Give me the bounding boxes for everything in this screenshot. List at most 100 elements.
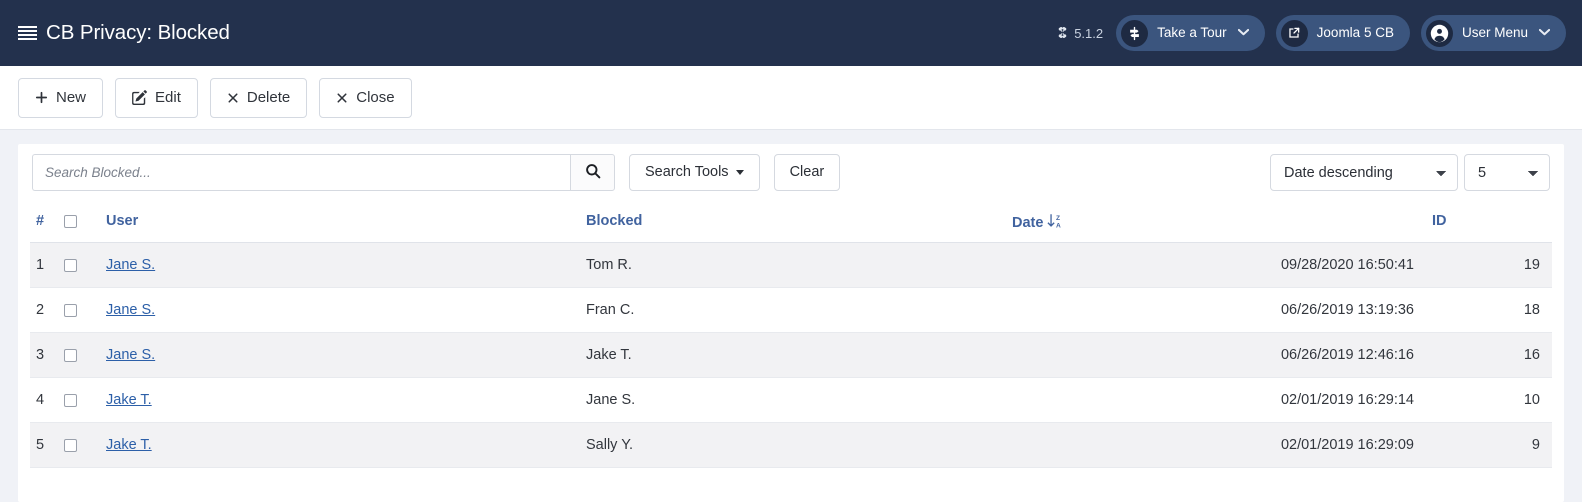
- list-limit-select[interactable]: 5: [1464, 154, 1550, 191]
- external-link-icon: [1280, 19, 1308, 47]
- row-checkbox-cell: [64, 242, 106, 288]
- clear-button[interactable]: Clear: [773, 154, 841, 191]
- row-checkbox-cell: [64, 377, 106, 423]
- user-link[interactable]: Jane S.: [106, 347, 155, 363]
- site-link-label: Joomla 5 CB: [1316, 25, 1394, 41]
- caret-down-icon: [735, 170, 744, 175]
- svg-text:Z: Z: [1056, 215, 1060, 222]
- edit-label: Edit: [155, 89, 181, 106]
- column-header-id-label: ID: [1432, 213, 1447, 229]
- list-grid-icon[interactable]: [18, 25, 37, 41]
- chevron-down-icon: [1538, 28, 1551, 39]
- row-id-cell: 10: [1432, 377, 1552, 423]
- joomla-logo-icon: [1056, 26, 1069, 41]
- row-number: 3: [30, 332, 64, 378]
- plus-icon: [35, 91, 48, 104]
- chevron-down-icon: [1237, 28, 1249, 39]
- select-all-checkbox[interactable]: [64, 214, 77, 228]
- version-label: 5.1.2: [1074, 25, 1104, 41]
- header-left: CB Privacy: Blocked: [18, 21, 230, 45]
- search-tools-label: Search Tools: [645, 164, 729, 181]
- site-link-button[interactable]: Joomla 5 CB: [1275, 15, 1410, 51]
- take-a-tour-label: Take a Tour: [1157, 25, 1227, 41]
- row-blocked-cell: Fran C.: [586, 287, 1012, 333]
- header-right: 5.1.2 Take a Tour Joomla 5 CB User Menu: [1056, 15, 1566, 51]
- column-header-user[interactable]: User: [106, 201, 586, 243]
- user-link[interactable]: Jake T.: [106, 437, 152, 453]
- row-user-cell: Jake T.: [106, 377, 586, 423]
- column-header-date-label: Date: [1012, 215, 1044, 231]
- table-row: 3 Jane S. Jake T. 06/26/2019 12:46:16 16: [30, 332, 1552, 378]
- table-row: 4 Jake T. Jane S. 02/01/2019 16:29:14 10: [30, 377, 1552, 423]
- row-number: 5: [30, 422, 64, 468]
- row-checkbox-cell: [64, 332, 106, 378]
- row-checkbox[interactable]: [64, 303, 77, 317]
- user-link[interactable]: Jake T.: [106, 392, 152, 408]
- admin-header: CB Privacy: Blocked 5.1.2 Take a Tour Jo…: [0, 0, 1582, 66]
- delete-button[interactable]: Delete: [209, 77, 308, 118]
- row-user-cell: Jake T.: [106, 422, 586, 468]
- row-user-cell: Jane S.: [106, 287, 586, 333]
- joomla-version: 5.1.2: [1056, 26, 1103, 41]
- user-menu-label: User Menu: [1461, 25, 1528, 41]
- row-number: 1: [30, 242, 64, 288]
- page-title: CB Privacy: Blocked: [46, 21, 230, 44]
- search-tools-button[interactable]: Search Tools: [629, 154, 760, 191]
- close-x-icon: [336, 92, 348, 104]
- row-checkbox[interactable]: [64, 258, 77, 272]
- new-button[interactable]: New: [18, 77, 104, 118]
- row-id-cell: 19: [1432, 242, 1552, 288]
- row-user-cell: Jane S.: [106, 242, 586, 288]
- user-link[interactable]: Jane S.: [106, 302, 155, 318]
- column-header-user-label: User: [106, 213, 139, 229]
- row-checkbox[interactable]: [64, 348, 77, 362]
- close-label: Close: [356, 89, 395, 106]
- signpost-icon: [1121, 19, 1149, 47]
- user-link[interactable]: Jane S.: [106, 257, 155, 273]
- row-blocked-cell: Sally Y.: [586, 422, 1012, 468]
- row-blocked-cell: Tom R.: [586, 242, 1012, 288]
- search-submit-button[interactable]: [570, 154, 615, 191]
- sort-descending-za-icon: ZA: [1047, 213, 1062, 229]
- row-date-cell: 02/01/2019 16:29:09: [1012, 422, 1432, 468]
- svg-text:A: A: [1056, 222, 1061, 229]
- user-menu-button[interactable]: User Menu: [1420, 15, 1566, 51]
- ordering-select[interactable]: Date descending: [1270, 154, 1458, 191]
- new-label: New: [56, 89, 87, 106]
- row-checkbox-cell: [64, 287, 106, 333]
- row-blocked-cell: Jane S.: [586, 377, 1012, 423]
- search-input[interactable]: [32, 154, 570, 191]
- delete-label: Delete: [246, 89, 291, 106]
- content-area: Search Tools Clear Date descending 5 #: [0, 130, 1582, 502]
- table-row: 2 Jane S. Fran C. 06/26/2019 13:19:36 18: [30, 287, 1552, 333]
- close-button[interactable]: Close: [319, 77, 412, 118]
- table-header-row: # User Blocked Date Z A ID: [30, 201, 1552, 243]
- edit-button[interactable]: Edit: [115, 77, 198, 118]
- row-id-cell: 18: [1432, 287, 1552, 333]
- action-toolbar: New Edit Delete Close: [0, 66, 1582, 130]
- row-blocked-cell: Jake T.: [586, 332, 1012, 378]
- table-body: 1 Jane S. Tom R. 09/28/2020 16:50:41 19 2 Jane…: [30, 242, 1552, 468]
- row-date-cell: 06/26/2019 13:19:36: [1012, 287, 1432, 333]
- clear-label: Clear: [789, 164, 825, 181]
- row-date-cell: 06/26/2019 12:46:16: [1012, 332, 1432, 378]
- column-header-date[interactable]: Date Z A: [1012, 201, 1432, 243]
- blocked-list-table: # User Blocked Date Z A ID 1 Jane S. Tom…: [30, 201, 1552, 468]
- row-number: 2: [30, 287, 64, 333]
- take-a-tour-button[interactable]: Take a Tour: [1116, 15, 1265, 51]
- column-header-blocked[interactable]: Blocked: [586, 201, 1012, 243]
- pencil-square-icon: [132, 90, 147, 105]
- magnifier-icon: [585, 163, 601, 182]
- table-row: 1 Jane S. Tom R. 09/28/2020 16:50:41 19: [30, 242, 1552, 288]
- close-x-icon: [227, 92, 239, 104]
- row-number: 4: [30, 377, 64, 423]
- row-date-cell: 02/01/2019 16:29:14: [1012, 377, 1432, 423]
- row-checkbox-cell: [64, 422, 106, 468]
- row-checkbox[interactable]: [64, 438, 77, 452]
- table-row: 5 Jake T. Sally Y. 02/01/2019 16:29:09 9: [30, 422, 1552, 468]
- row-checkbox[interactable]: [64, 393, 77, 407]
- list-card: Search Tools Clear Date descending 5 #: [18, 144, 1564, 502]
- column-header-checkbox: [64, 201, 106, 243]
- column-header-id[interactable]: ID: [1432, 201, 1552, 243]
- search-bar: Search Tools Clear Date descending 5: [30, 144, 1552, 201]
